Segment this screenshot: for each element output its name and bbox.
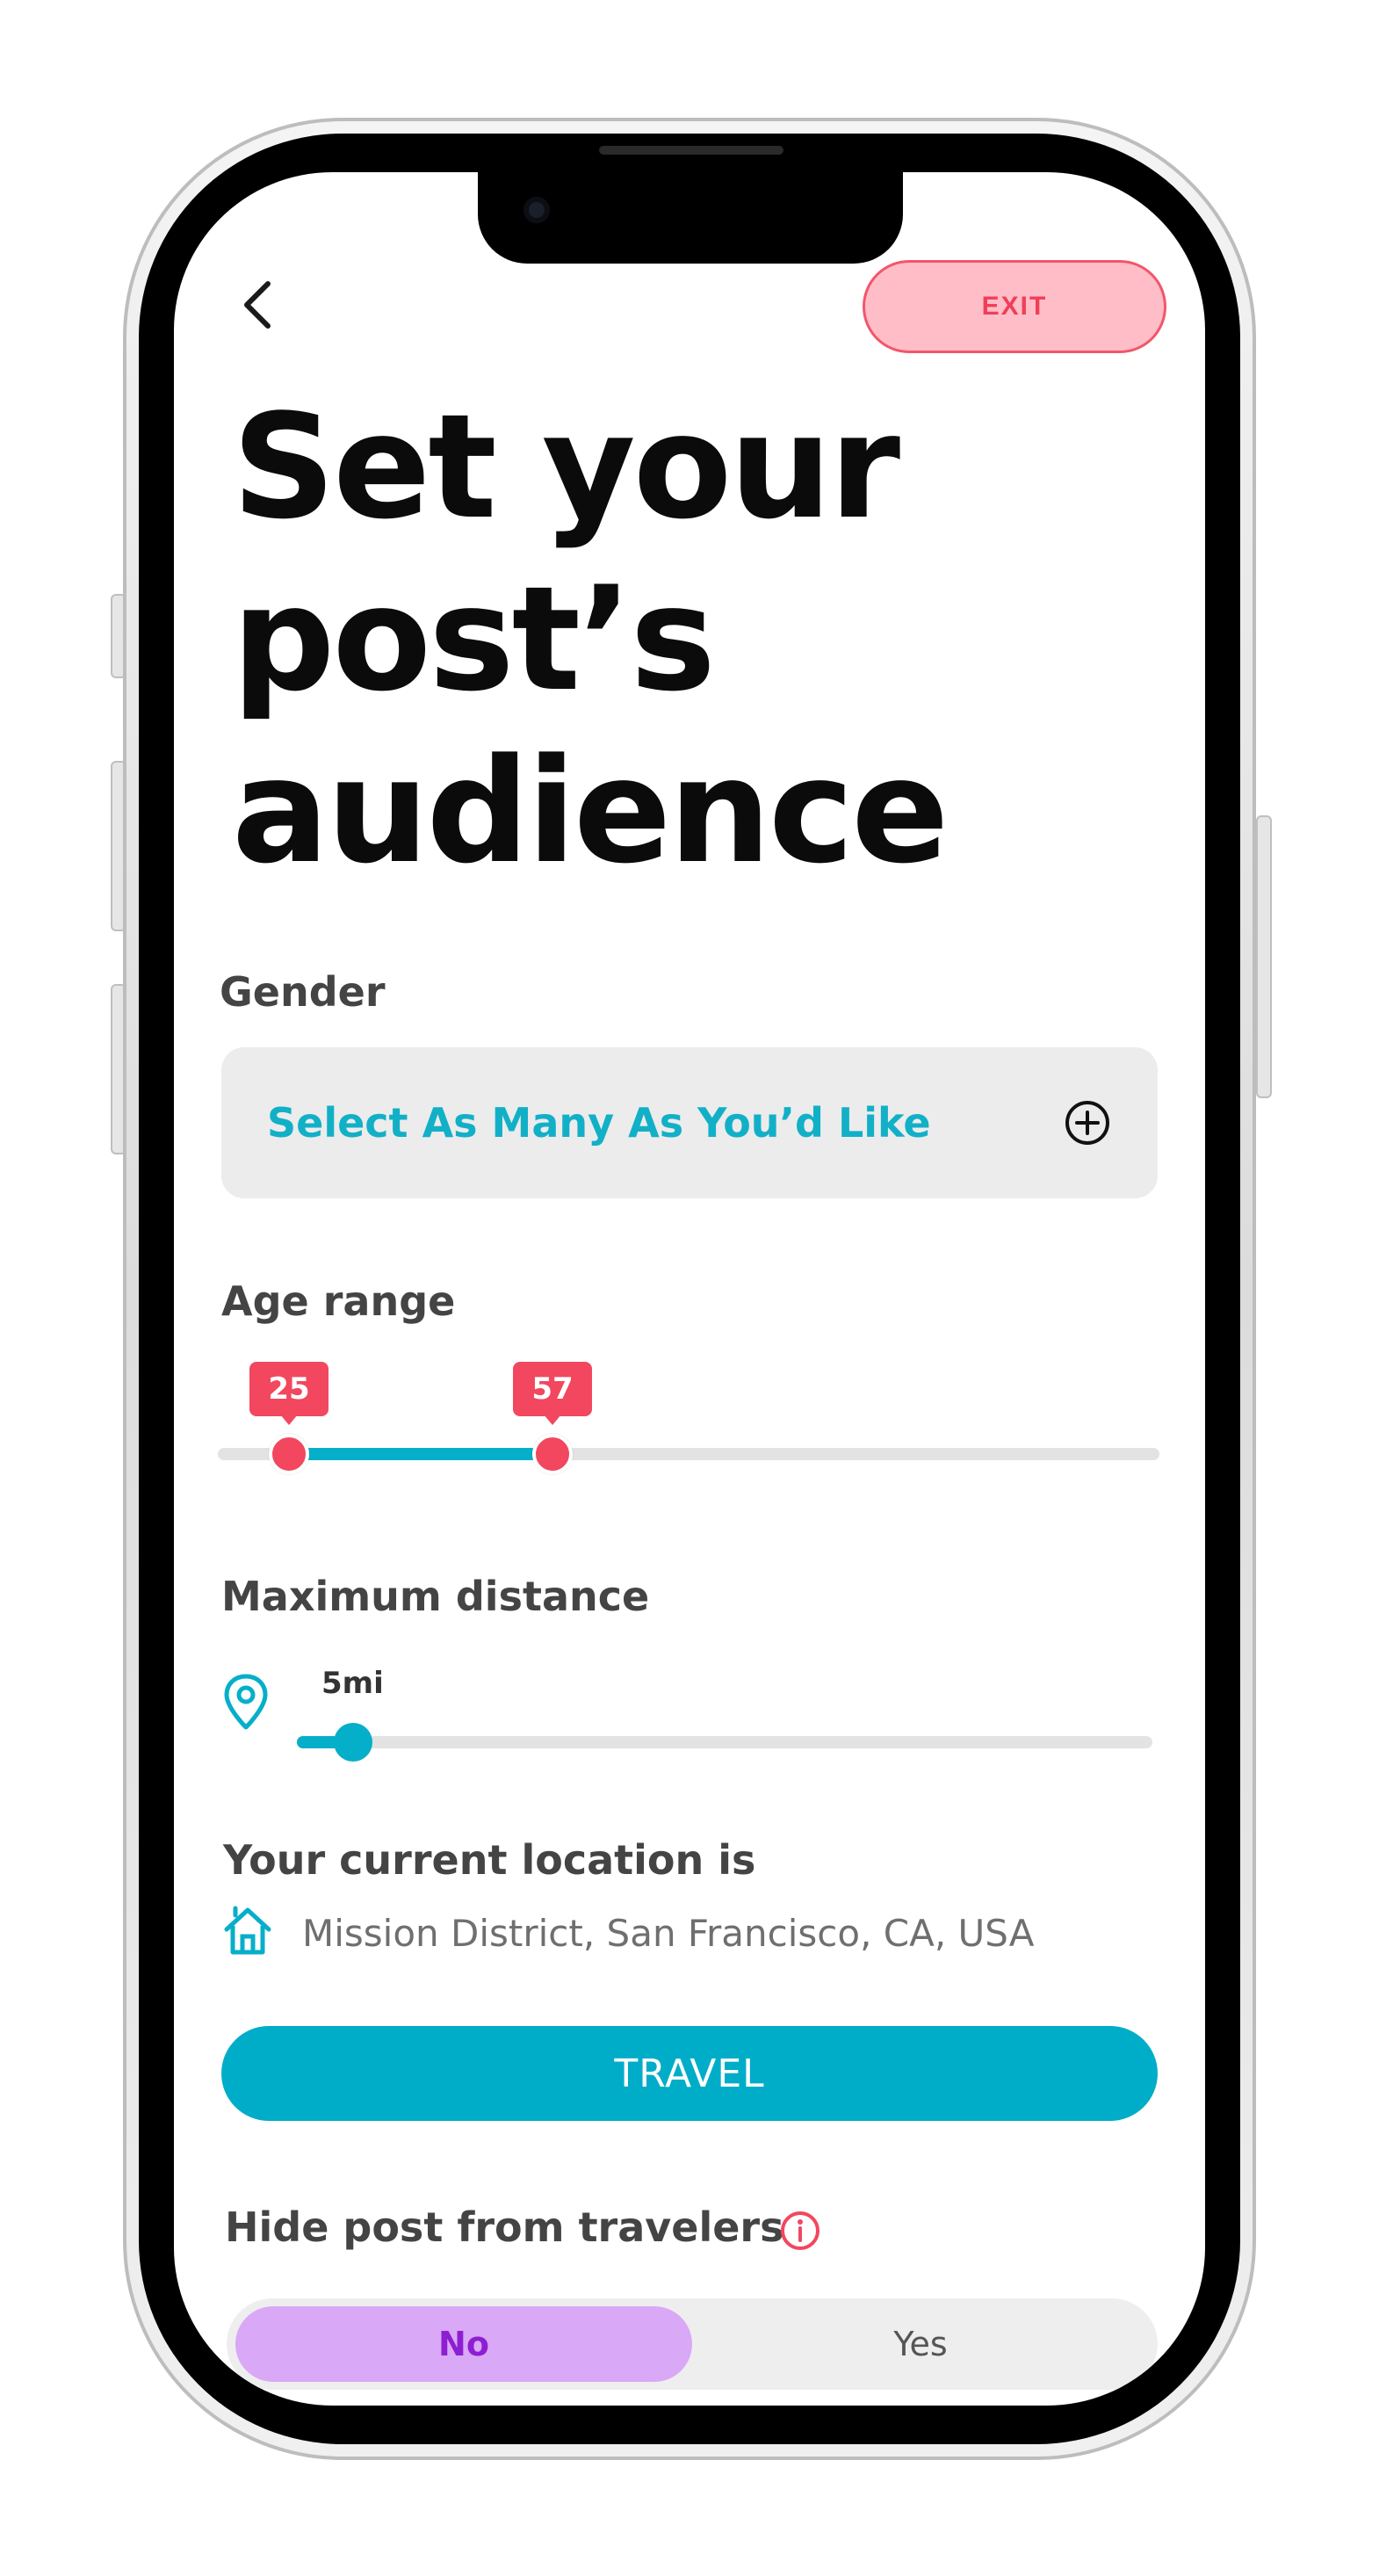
age-range-slider[interactable]: 25 57 <box>218 1358 1159 1474</box>
age-range-label: Age range <box>221 1277 456 1325</box>
chevron-left-icon <box>244 281 271 329</box>
location-pin-icon <box>224 1674 268 1730</box>
distance-track <box>297 1736 1152 1748</box>
current-location-label: Your current location is <box>223 1836 756 1884</box>
toggle-option-no[interactable]: No <box>235 2306 692 2382</box>
app-screen: EXIT Set your post’s audience Gender Sel… <box>174 172 1205 2406</box>
gender-select-placeholder: Select As Many As You’d Like <box>267 1099 931 1147</box>
exit-button[interactable]: EXIT <box>863 260 1166 353</box>
title-line-2: post’s <box>232 555 716 723</box>
front-camera <box>523 197 550 223</box>
gender-label: Gender <box>220 968 386 1016</box>
page-title: Set your post’s audience <box>232 381 1093 898</box>
current-location-address: Mission District, San Francisco, CA, USA <box>302 1912 1035 1955</box>
age-range-track-fill <box>288 1448 552 1460</box>
toggle-option-yes[interactable]: Yes <box>692 2306 1149 2382</box>
speaker-grille <box>599 146 783 155</box>
max-distance-label: Maximum distance <box>221 1573 650 1620</box>
age-min-thumb[interactable] <box>269 1434 309 1474</box>
back-button[interactable] <box>227 274 288 336</box>
distance-slider[interactable] <box>297 1717 1152 1769</box>
hide-from-travelers-toggle[interactable]: No Yes <box>227 2298 1158 2390</box>
hide-from-travelers-label: Hide post from travelers <box>225 2203 784 2251</box>
home-icon <box>224 1906 271 1955</box>
info-icon[interactable] <box>778 2209 822 2253</box>
device-mockup: EXIT Set your post’s audience Gender Sel… <box>0 0 1379 2576</box>
travel-button[interactable]: TRAVEL <box>221 2026 1158 2121</box>
age-min-value-badge: 25 <box>249 1362 329 1425</box>
plus-circle-icon <box>1065 1101 1109 1145</box>
distance-value: 5mi <box>321 1666 384 1701</box>
distance-thumb[interactable] <box>334 1723 372 1762</box>
title-line-3: audience <box>232 727 949 895</box>
age-max-value-badge: 57 <box>513 1362 592 1425</box>
title-line-1: Set your <box>232 383 900 551</box>
age-max-thumb[interactable] <box>532 1434 573 1474</box>
power-button <box>1256 815 1272 1098</box>
gender-select[interactable]: Select As Many As You’d Like <box>221 1047 1158 1198</box>
